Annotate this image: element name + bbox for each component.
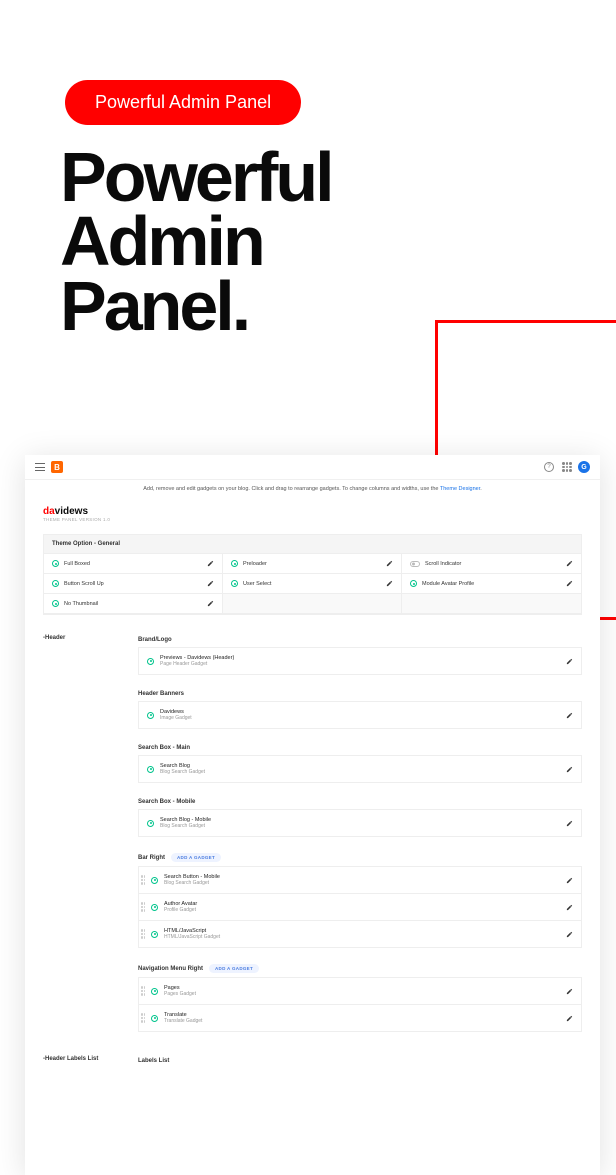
edit-icon[interactable] [386,580,393,587]
panel-brand-sub: THEME PANEL VERSION 1.0 [43,517,582,522]
gadget-brand-logo[interactable]: Previews - Davidews (Header)Page Header … [138,647,582,675]
block-bar-right-title: Bar Right [138,855,165,861]
hamburger-icon[interactable] [35,463,45,471]
eye-icon [147,658,154,665]
edit-icon[interactable] [566,766,573,773]
eye-icon [151,1015,158,1022]
edit-icon[interactable] [566,988,573,995]
drag-handle-icon[interactable] [141,929,145,939]
account-avatar-icon[interactable]: G [578,461,590,473]
admin-panel-screenshot: B ? G Add, remove and edit gadgets on yo… [25,455,600,1175]
drag-handle-icon[interactable] [141,986,145,996]
opt-no-thumbnail[interactable]: No Thumbnail [44,594,223,614]
drag-handle-icon[interactable] [141,875,145,885]
opt-preloader[interactable]: Preloader [223,554,402,574]
eye-icon [151,904,158,911]
edit-icon[interactable] [207,580,214,587]
empty-cell [223,594,402,614]
edit-icon[interactable] [566,931,573,938]
edit-icon[interactable] [207,560,214,567]
gadget-translate[interactable]: TranslateTranslate Gadget [138,1004,582,1032]
eye-icon [231,580,238,587]
drag-handle-icon[interactable] [141,1013,145,1023]
empty-cell [402,594,581,614]
section-header-label: -Header [43,631,138,1042]
drag-handle-icon[interactable] [141,902,145,912]
eye-icon [410,580,417,587]
edit-icon[interactable] [386,560,393,567]
gadget-header-banner[interactable]: DavidewsImage Gadget [138,701,582,729]
help-icon[interactable]: ? [544,462,554,472]
eye-icon [151,931,158,938]
topbar: B ? G [25,455,600,480]
eye-icon [52,580,59,587]
block-labels-list-title: Labels List [138,1052,582,1068]
block-search-main-title: Search Box - Main [138,739,582,755]
opt-module-avatar[interactable]: Module Avatar Profile [402,574,581,594]
badge-pill: Powerful Admin Panel [65,80,301,125]
section-theme-general: Theme Option - General [43,534,582,554]
opt-button-scroll-up[interactable]: Button Scroll Up [44,574,223,594]
eye-icon [52,560,59,567]
eye-icon [151,877,158,884]
gadget-html-js[interactable]: HTML/JavaScriptHTML/JavaScript Gadget [138,920,582,948]
panel-brand: davidews [43,506,582,517]
block-search-mobile-title: Search Box - Mobile [138,793,582,809]
opt-scroll-indicator[interactable]: Scroll Indicator [402,554,581,574]
eye-icon [231,560,238,567]
toggle-icon [410,561,420,567]
eye-icon [147,820,154,827]
edit-icon[interactable] [566,712,573,719]
section-header-labels: -Header Labels List [43,1052,138,1068]
eye-icon [147,712,154,719]
gadget-search-button-mobile[interactable]: Search Button - MobileBlog Search Gadget [138,866,582,893]
hero-title: PowerfulAdminPanel. [60,145,332,338]
opt-full-boxed[interactable]: Full Boxed [44,554,223,574]
theme-options-grid: Full Boxed Preloader Scroll Indicator Bu… [43,554,582,615]
apps-grid-icon[interactable] [562,462,572,472]
eye-icon [151,988,158,995]
edit-icon[interactable] [566,877,573,884]
block-nav-right-title: Navigation Menu Right [138,966,203,972]
gadget-pages[interactable]: PagesPages Gadget [138,977,582,1004]
layout-instructions: Add, remove and edit gadgets on your blo… [25,480,600,498]
gadget-search-mobile[interactable]: Search Blog - MobileBlog Search Gadget [138,809,582,837]
block-header-banners-title: Header Banners [138,685,582,701]
edit-icon[interactable] [566,820,573,827]
gadget-author-avatar[interactable]: Author AvatarProfile Gadget [138,893,582,920]
gadget-search-main[interactable]: Search BlogBlog Search Gadget [138,755,582,783]
theme-designer-link[interactable]: Theme Designer [440,486,480,492]
eye-icon [147,766,154,773]
edit-icon[interactable] [207,600,214,607]
edit-icon[interactable] [566,1015,573,1022]
edit-icon[interactable] [566,904,573,911]
blogger-logo-icon[interactable]: B [51,461,63,473]
edit-icon[interactable] [566,560,573,567]
edit-icon[interactable] [566,658,573,665]
add-gadget-button[interactable]: ADD A GADGET [171,853,221,862]
opt-user-select[interactable]: User Select [223,574,402,594]
block-brand-logo-title: Brand/Logo [138,631,582,647]
edit-icon[interactable] [566,580,573,587]
add-gadget-button[interactable]: ADD A GADGET [209,964,259,973]
eye-icon [52,600,59,607]
